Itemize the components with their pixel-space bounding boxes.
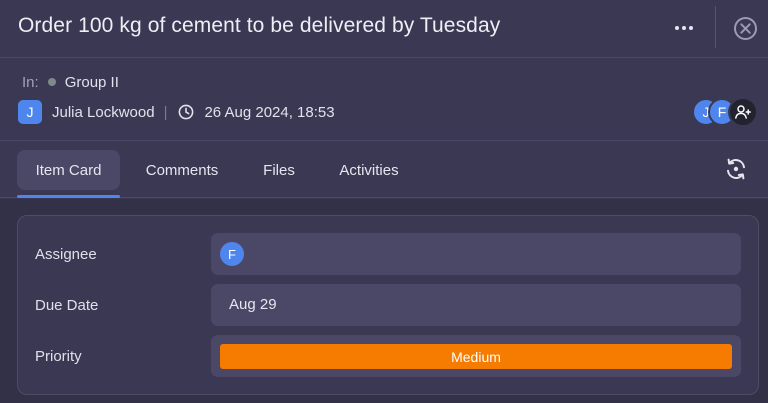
task-title[interactable]: Order 100 kg of cement to be delivered b… bbox=[18, 14, 500, 38]
tab-comments[interactable]: Comments bbox=[136, 150, 228, 190]
task-header: Order 100 kg of cement to be delivered b… bbox=[0, 0, 768, 58]
tab-bar: Item Card Comments Files Activities bbox=[0, 140, 768, 198]
priority-field[interactable]: Medium bbox=[211, 335, 741, 377]
due-date-field[interactable]: Aug 29 bbox=[211, 284, 741, 326]
tab-files[interactable]: Files bbox=[252, 150, 306, 190]
user-plus-icon bbox=[735, 105, 751, 119]
more-options-button[interactable] bbox=[670, 16, 698, 40]
due-date-label: Due Date bbox=[35, 297, 99, 314]
task-location: In: Group II bbox=[22, 72, 119, 92]
meta-separator: | bbox=[163, 103, 168, 121]
group-name[interactable]: Group II bbox=[65, 74, 119, 91]
priority-badge[interactable]: Medium bbox=[220, 344, 732, 369]
author-name: Julia Lockwood bbox=[52, 103, 155, 121]
assignee-field[interactable]: F bbox=[211, 233, 741, 275]
group-color-dot bbox=[47, 78, 56, 86]
active-tab-indicator bbox=[17, 195, 120, 198]
due-date-value: Aug 29 bbox=[229, 296, 277, 313]
members-group: J F bbox=[692, 97, 762, 128]
author-avatar: J bbox=[18, 100, 42, 124]
close-circle-icon[interactable] bbox=[733, 16, 758, 41]
priority-label: Priority bbox=[35, 348, 82, 365]
created-timestamp: 26 Aug 2024, 18:53 bbox=[204, 103, 335, 121]
header-divider bbox=[715, 6, 716, 48]
tab-item-card[interactable]: Item Card bbox=[17, 150, 120, 190]
add-member-button[interactable] bbox=[728, 97, 758, 127]
task-author-row: J Julia Lockwood | 26 Aug 2024, 18:53 bbox=[18, 100, 335, 124]
clock-icon bbox=[179, 104, 194, 120]
sync-icon[interactable] bbox=[723, 156, 749, 182]
assignee-label: Assignee bbox=[35, 246, 97, 263]
tab-activities[interactable]: Activities bbox=[330, 150, 408, 190]
in-label: In: bbox=[22, 73, 39, 91]
assignee-avatar[interactable]: F bbox=[220, 242, 244, 266]
more-horizontal-icon bbox=[675, 26, 679, 30]
